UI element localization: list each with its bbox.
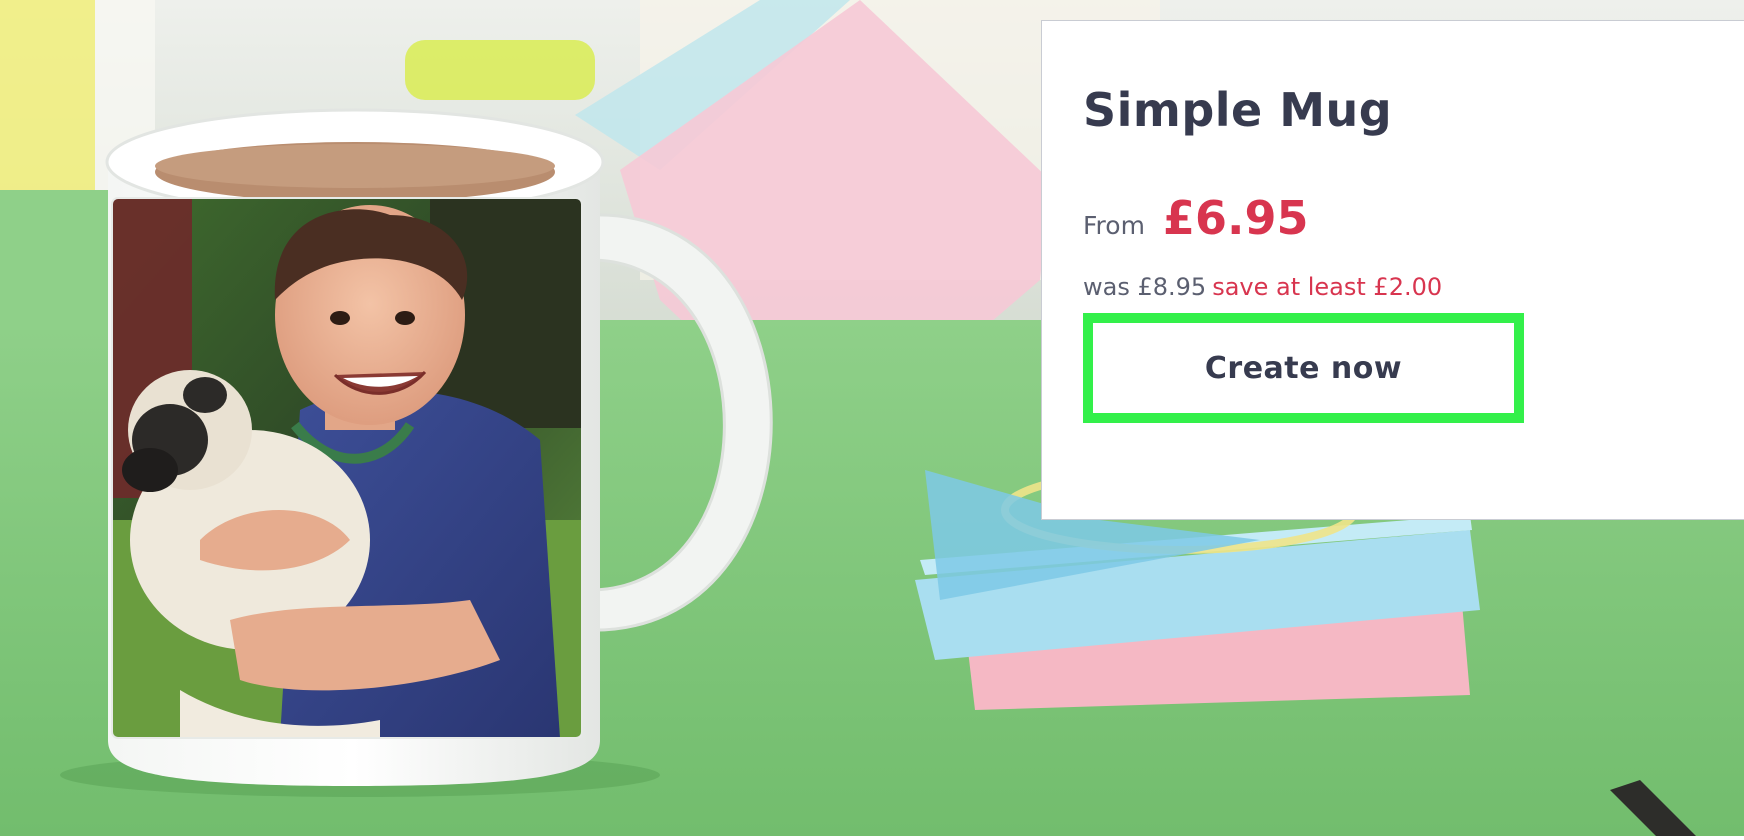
create-now-button-label: Create now xyxy=(1204,350,1403,386)
price-row: From £6.95 xyxy=(1083,191,1308,245)
product-title: Simple Mug xyxy=(1083,83,1393,137)
discount-row: was £8.95 save at least £2.00 xyxy=(1083,273,1442,301)
product-page: Simple Mug From £6.95 was £8.95 save at l… xyxy=(0,0,1744,840)
create-now-button[interactable]: Create now xyxy=(1083,313,1524,423)
was-price: was £8.95 xyxy=(1083,273,1207,301)
current-price: £6.95 xyxy=(1162,191,1309,245)
savings-text: save at least £2.00 xyxy=(1212,273,1443,301)
price-from-label: From xyxy=(1083,211,1145,240)
product-card: Simple Mug From £6.95 was £8.95 save at l… xyxy=(1041,20,1744,520)
